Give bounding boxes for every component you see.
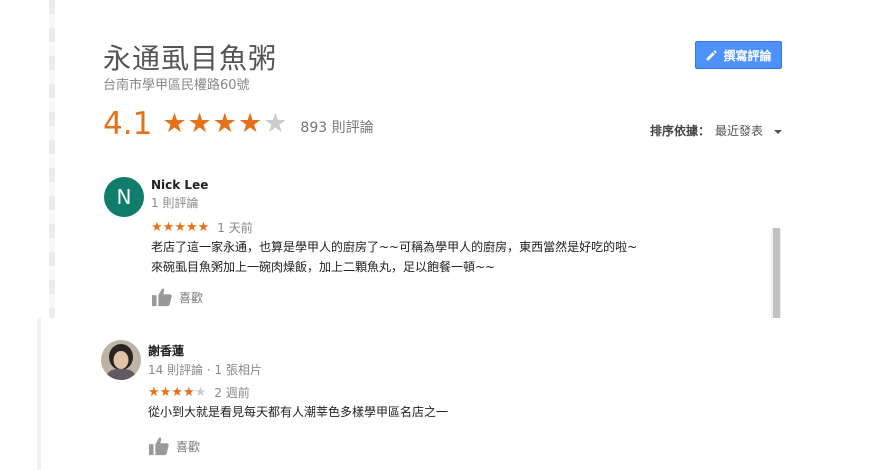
- like-label: 喜歡: [176, 439, 201, 454]
- star-icon: ★: [197, 220, 210, 235]
- star-icon: ★: [185, 220, 198, 235]
- write-review-button[interactable]: 撰寫評論: [695, 41, 782, 69]
- star-icon: ★: [159, 385, 172, 400]
- scrollbar-thumb[interactable]: [773, 228, 780, 318]
- review-text: 老店了這一家永通，也算是學甲人的廚房了~~可稱為學甲人的廚房，東西當然是好吃的啦…: [151, 237, 637, 277]
- sort-label: 排序依據：: [650, 124, 711, 138]
- reviewer-meta: 14 則評論 · 1 張相片: [148, 363, 262, 377]
- review-date: 1 天前: [217, 221, 253, 235]
- star-icon: ★: [237, 108, 264, 139]
- place-address: 台南市學甲區民權路60號: [103, 78, 250, 93]
- write-review-label: 撰寫評論: [723, 48, 772, 63]
- star-icon: ★: [162, 220, 175, 235]
- reviewer-meta: 1 則評論: [151, 196, 199, 210]
- rating-summary: 4.1 ★★★★★ 893 則評論: [103, 106, 374, 142]
- review-rating: ★★★★★ 1 天前: [151, 219, 253, 236]
- review-text: 從小到大就是看見每天都有人潮莘色多樣學甲區名店之一: [148, 402, 448, 422]
- like-label: 喜歡: [179, 290, 204, 305]
- review-stars: ★★★★★: [148, 385, 206, 400]
- average-rating: 4.1: [103, 106, 153, 142]
- pencil-icon: [707, 49, 718, 60]
- star-icon: ★: [174, 220, 186, 235]
- star-icon: ★: [187, 108, 213, 139]
- reviewer-avatar[interactable]: N: [104, 177, 144, 217]
- sort-dropdown[interactable]: 排序依據： 最近發表: [650, 122, 783, 139]
- review-count: 893 則評論: [300, 120, 374, 136]
- star-icon: ★: [182, 385, 195, 400]
- like-button[interactable]: 喜歡: [148, 436, 200, 456]
- review-text-line: 老店了這一家永通，也算是學甲人的廚房了~~可稱為學甲人的廚房，東西當然是好吃的啦…: [151, 240, 638, 254]
- star-icon: ★: [151, 220, 163, 235]
- star-icon: ★: [171, 385, 183, 400]
- left-edge-background-lower: [37, 318, 41, 470]
- thumbs-up-icon: [149, 437, 169, 456]
- star-empty-icon: ★: [263, 108, 289, 139]
- review-date: 2 週前: [214, 386, 250, 400]
- left-edge-background: [49, 0, 55, 318]
- review-text-line: 從小到大就是看見每天都有人潮莘色多樣學甲區名店之一: [148, 405, 449, 419]
- sort-value: 最近發表: [715, 124, 764, 138]
- star-icon: ★: [212, 108, 238, 139]
- star-empty-icon: ★: [194, 385, 207, 400]
- dropdown-caret-icon: [774, 129, 783, 134]
- reviewer-name[interactable]: 謝香蓮: [148, 342, 184, 359]
- review-rating: ★★★★★ 2 週前: [148, 384, 250, 401]
- reviewer-avatar[interactable]: [101, 340, 141, 380]
- thumbs-up-icon: [152, 288, 172, 307]
- reviewer-name[interactable]: Nick Lee: [151, 178, 208, 192]
- review-stars: ★★★★★: [151, 220, 209, 235]
- like-button[interactable]: 喜歡: [151, 287, 203, 307]
- review-text-line: 來碗虱目魚粥加上一碗肉燥飯，加上二顆魚丸，足以飽餐一頓~~: [151, 260, 496, 274]
- average-rating-stars: ★★★★★: [162, 106, 288, 142]
- star-icon: ★: [148, 385, 160, 400]
- place-title: 永通虱目魚粥: [103, 42, 278, 75]
- star-icon: ★: [162, 108, 188, 139]
